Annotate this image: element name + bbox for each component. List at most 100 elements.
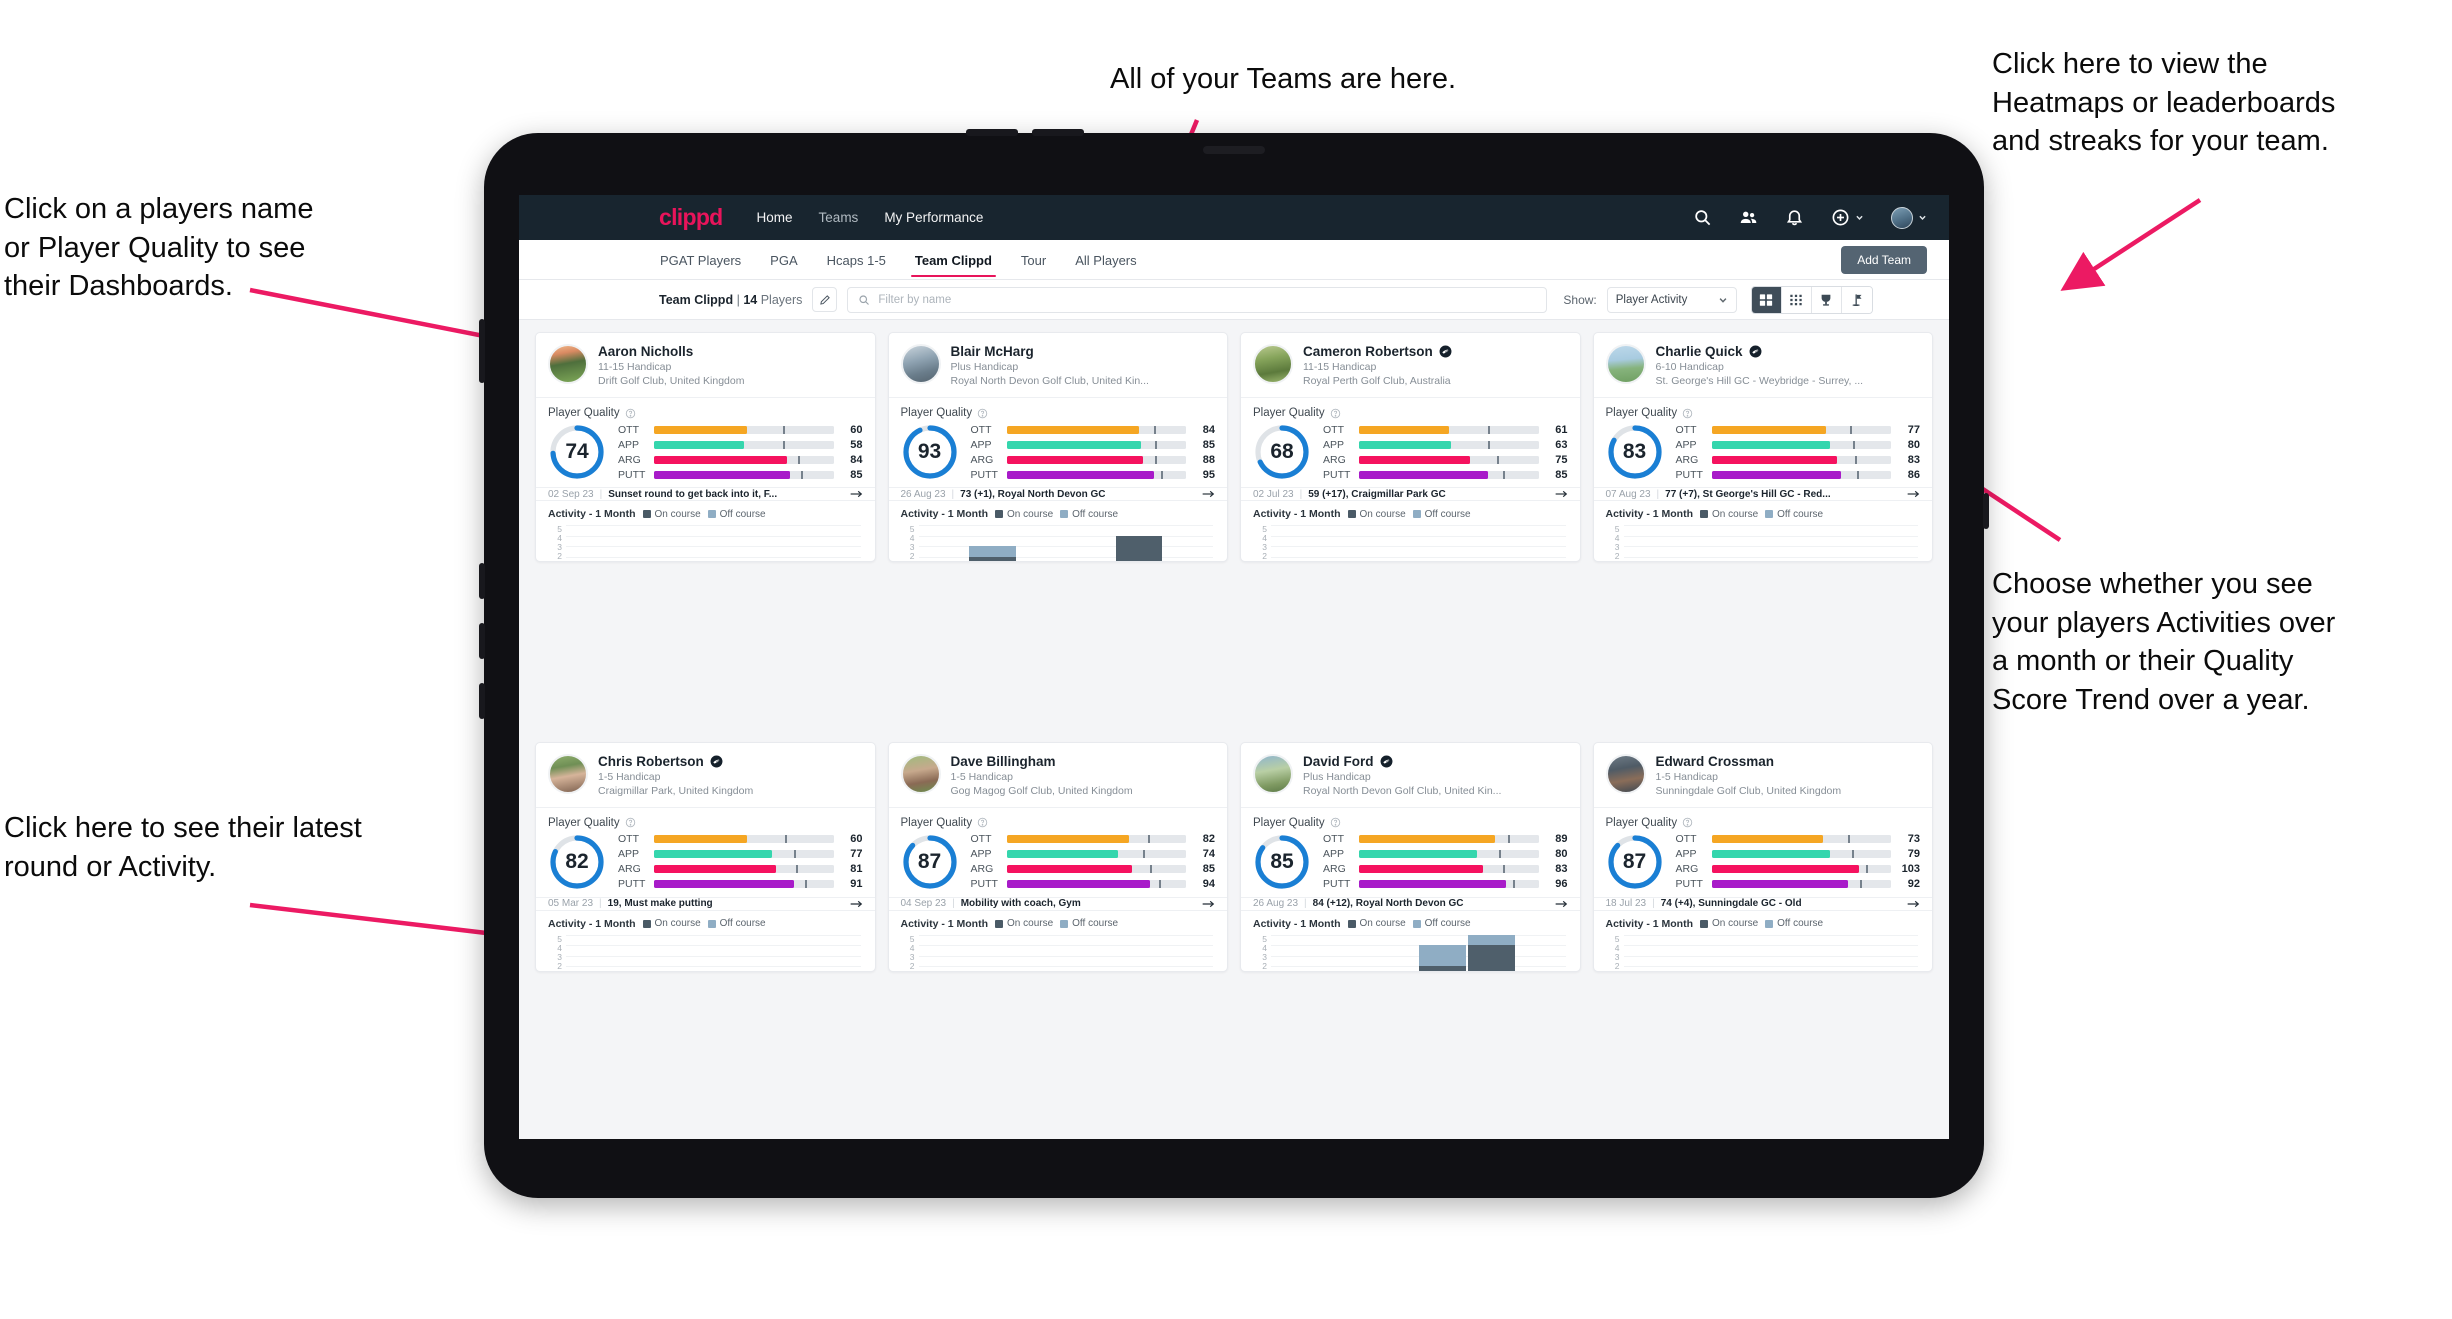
player-avatar[interactable] bbox=[1253, 753, 1293, 794]
side-button-4[interactable] bbox=[479, 683, 485, 719]
help-icon[interactable] bbox=[977, 408, 988, 419]
tab-tour[interactable]: Tour bbox=[1020, 242, 1047, 277]
latest-round-row[interactable]: 26 Aug 23 | 84 (+12), Royal North Devon … bbox=[1241, 896, 1580, 911]
player-avatar[interactable] bbox=[1605, 344, 1646, 384]
player-card-header[interactable]: Charlie Quick 6-10 Handicap St. George's… bbox=[1593, 333, 1932, 398]
player-name-row[interactable]: Aaron Nicholls bbox=[598, 344, 744, 359]
player-name-row[interactable]: Dave Billingham bbox=[951, 754, 1133, 769]
player-name-row[interactable]: Edward Crossman bbox=[1656, 754, 1842, 769]
player-card-header[interactable]: Aaron Nicholls 11-15 Handicap Drift Golf… bbox=[536, 333, 875, 398]
account-menu[interactable] bbox=[1891, 206, 1927, 229]
tab-all-players[interactable]: All Players bbox=[1074, 242, 1137, 277]
create-menu[interactable] bbox=[1831, 208, 1864, 227]
nav-link-teams[interactable]: Teams bbox=[819, 210, 859, 225]
plus-circle-icon[interactable] bbox=[1831, 208, 1850, 227]
go-to-round-arrow-icon[interactable] bbox=[1555, 899, 1568, 909]
player-name-row[interactable]: Cameron Robertson bbox=[1303, 344, 1452, 359]
player-card[interactable]: David Ford Plus Handicap Royal North Dev… bbox=[1240, 741, 1581, 972]
player-quality-donut[interactable]: 87 bbox=[901, 833, 959, 891]
player-avatar[interactable] bbox=[900, 753, 941, 794]
player-card[interactable]: Dave Billingham 1-5 Handicap Gog Magog G… bbox=[887, 741, 1228, 972]
player-card-header[interactable]: Edward Crossman 1-5 Handicap Sunningdale… bbox=[1593, 743, 1932, 808]
go-to-round-arrow-icon[interactable] bbox=[1907, 899, 1920, 909]
grid-large-view-button[interactable] bbox=[1751, 286, 1782, 313]
player-quality-donut[interactable]: 85 bbox=[1253, 833, 1311, 891]
player-name-row[interactable]: David Ford bbox=[1303, 754, 1501, 769]
player-avatar[interactable] bbox=[548, 344, 588, 384]
help-icon[interactable] bbox=[977, 817, 988, 828]
search-field-wrapper[interactable] bbox=[847, 286, 1548, 313]
player-card[interactable]: Charlie Quick 6-10 Handicap St. George's… bbox=[1592, 332, 1933, 562]
player-name[interactable]: Cameron Robertson bbox=[1303, 344, 1433, 359]
clippd-logo[interactable]: clippd bbox=[659, 204, 723, 231]
help-icon[interactable] bbox=[1330, 408, 1341, 419]
player-avatar[interactable] bbox=[1605, 753, 1646, 794]
power-button[interactable] bbox=[1983, 493, 1989, 529]
side-button-3[interactable] bbox=[479, 623, 485, 659]
trophy-view-button[interactable] bbox=[1811, 286, 1842, 313]
player-name-row[interactable]: Blair McHarg bbox=[951, 344, 1149, 359]
tab-hcaps-1-5[interactable]: Hcaps 1-5 bbox=[826, 242, 887, 277]
latest-round-row[interactable]: 26 Aug 23 | 73 (+1), Royal North Devon G… bbox=[888, 487, 1227, 501]
show-select[interactable]: Player Activity bbox=[1606, 286, 1737, 313]
go-to-round-arrow-icon[interactable] bbox=[850, 489, 863, 499]
edit-team-button[interactable] bbox=[812, 287, 838, 312]
player-quality-donut[interactable]: 74 bbox=[548, 423, 606, 481]
player-name-row[interactable]: Charlie Quick bbox=[1656, 344, 1864, 359]
help-icon[interactable] bbox=[1682, 817, 1693, 828]
avatar[interactable] bbox=[1891, 206, 1913, 229]
help-icon[interactable] bbox=[625, 408, 636, 419]
player-card-header[interactable]: Cameron Robertson 11-15 Handicap Royal P… bbox=[1241, 333, 1580, 398]
latest-round-row[interactable]: 02 Sep 23 | Sunset round to get back int… bbox=[536, 487, 875, 501]
player-card-header[interactable]: David Ford Plus Handicap Royal North Dev… bbox=[1241, 743, 1580, 808]
player-quality-donut[interactable]: 83 bbox=[1606, 423, 1664, 481]
tab-team-clippd[interactable]: Team Clippd bbox=[910, 242, 996, 277]
player-card[interactable]: Aaron Nicholls 11-15 Handicap Drift Golf… bbox=[535, 332, 876, 562]
player-avatar[interactable] bbox=[548, 753, 588, 794]
latest-round-row[interactable]: 02 Jul 23 | 59 (+17), Craigmillar Park G… bbox=[1241, 487, 1580, 501]
tab-pgat-players[interactable]: PGAT Players bbox=[659, 242, 742, 277]
volume-down-button[interactable] bbox=[1032, 129, 1084, 136]
player-quality-donut[interactable]: 87 bbox=[1606, 833, 1664, 891]
player-card[interactable]: Edward Crossman 1-5 Handicap Sunningdale… bbox=[1592, 741, 1933, 972]
player-quality-donut[interactable]: 82 bbox=[548, 833, 606, 891]
help-icon[interactable] bbox=[1330, 817, 1341, 828]
player-card[interactable]: Cameron Robertson 11-15 Handicap Royal P… bbox=[1240, 332, 1581, 562]
help-icon[interactable] bbox=[1682, 408, 1693, 419]
people-icon[interactable] bbox=[1739, 208, 1758, 227]
search-input[interactable] bbox=[878, 293, 1537, 306]
add-team-button[interactable]: Add Team bbox=[1841, 245, 1927, 274]
chevron-down-icon[interactable] bbox=[1855, 213, 1864, 222]
player-name[interactable]: Blair McHarg bbox=[951, 344, 1034, 359]
player-card-header[interactable]: Blair McHarg Plus Handicap Royal North D… bbox=[888, 333, 1227, 398]
player-name[interactable]: Aaron Nicholls bbox=[598, 344, 693, 359]
go-to-round-arrow-icon[interactable] bbox=[1202, 899, 1215, 909]
player-quality-donut[interactable]: 68 bbox=[1253, 423, 1311, 481]
player-name[interactable]: Charlie Quick bbox=[1656, 344, 1743, 359]
help-icon[interactable] bbox=[625, 817, 636, 828]
nav-link-my-performance[interactable]: My Performance bbox=[884, 210, 983, 225]
chevron-down-icon[interactable] bbox=[1918, 213, 1927, 222]
nav-link-home[interactable]: Home bbox=[757, 210, 793, 225]
player-avatar[interactable] bbox=[1253, 344, 1293, 384]
go-to-round-arrow-icon[interactable] bbox=[1907, 489, 1920, 499]
latest-round-row[interactable]: 04 Sep 23 | Mobility with coach, Gym bbox=[888, 896, 1227, 911]
flag-view-button[interactable] bbox=[1841, 286, 1872, 313]
player-card[interactable]: Chris Robertson 1-5 Handicap Craigmillar… bbox=[535, 741, 876, 972]
search-icon[interactable] bbox=[1693, 208, 1712, 227]
bell-icon[interactable] bbox=[1785, 208, 1804, 227]
player-name[interactable]: Chris Robertson bbox=[598, 754, 704, 769]
player-name-row[interactable]: Chris Robertson bbox=[598, 754, 753, 769]
player-card-header[interactable]: Dave Billingham 1-5 Handicap Gog Magog G… bbox=[888, 743, 1227, 808]
player-name[interactable]: Edward Crossman bbox=[1656, 754, 1775, 769]
latest-round-row[interactable]: 05 Mar 23 | 19, Must make putting bbox=[536, 896, 875, 911]
player-name[interactable]: David Ford bbox=[1303, 754, 1374, 769]
go-to-round-arrow-icon[interactable] bbox=[1202, 489, 1215, 499]
tab-pga[interactable]: PGA bbox=[769, 242, 798, 277]
latest-round-row[interactable]: 07 Aug 23 | 77 (+7), St George's Hill GC… bbox=[1593, 487, 1932, 501]
side-button-2[interactable] bbox=[479, 563, 485, 599]
latest-round-row[interactable]: 18 Jul 23 | 74 (+4), Sunningdale GC - Ol… bbox=[1593, 896, 1932, 911]
grid-small-view-button[interactable] bbox=[1781, 286, 1812, 313]
volume-up-button[interactable] bbox=[966, 129, 1018, 136]
player-avatar[interactable] bbox=[900, 344, 941, 384]
